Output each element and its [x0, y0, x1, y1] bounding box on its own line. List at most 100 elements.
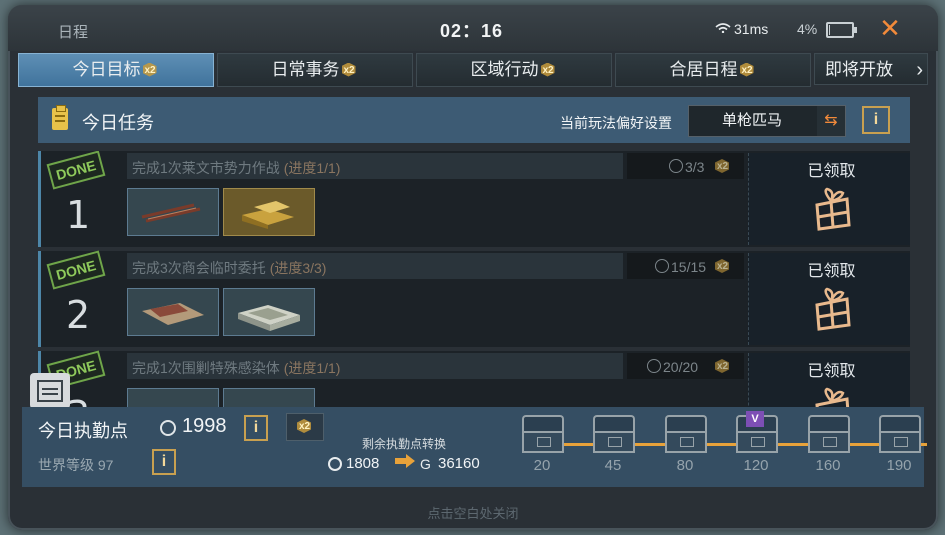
- claimed-label: 已领取: [807, 163, 856, 180]
- gift-claimed-icon: [815, 287, 851, 331]
- close-button[interactable]: ✕: [873, 13, 907, 43]
- schedule-window: 日程 02：16 31ms 4% ✕ 今日目标 x2 日常事务 x2 区域行动 x2 …: [8, 5, 938, 530]
- claimed-label: 已领取: [807, 263, 856, 280]
- reward-chest[interactable]: V 120: [736, 411, 778, 474]
- reward-status-cell: 已领取: [748, 253, 910, 345]
- double-reward-icon: x2: [297, 419, 311, 433]
- double-reward-icon: x2: [540, 62, 555, 77]
- world-level-info-button[interactable]: i: [152, 449, 176, 475]
- currency-icon: G: [420, 456, 431, 472]
- task-index: 2: [66, 293, 91, 337]
- tab-label: 即将开放: [825, 60, 893, 79]
- reward-item[interactable]: [223, 388, 315, 407]
- duty-point-icon: [669, 159, 683, 173]
- tab-cohabit-schedule[interactable]: 合居日程 x2: [615, 53, 811, 87]
- task-row: DONE 3 完成1次围剿特殊感染体 (进度1/1) 20/20 x2 已领取: [38, 350, 910, 407]
- preference-label: 当前玩法偏好设置: [560, 115, 672, 131]
- double-reward-icon: x2: [715, 159, 729, 173]
- task-points: 3/3 x2: [627, 153, 744, 179]
- chest-threshold: 20: [533, 457, 551, 474]
- reward-chest[interactable]: 80: [665, 415, 707, 474]
- reward-status-cell: 已领取: [748, 153, 910, 245]
- panel-title: 今日任务: [82, 113, 154, 133]
- double-reward-icon: x2: [142, 62, 157, 77]
- tab-label: 日常事务: [271, 60, 340, 79]
- reward-chest[interactable]: 160: [808, 415, 850, 474]
- reward-item-documents[interactable]: [127, 288, 219, 336]
- convert-from-value: 1808: [346, 455, 380, 472]
- world-level: 世界等级 97: [38, 457, 114, 473]
- reward-chest[interactable]: 190: [879, 415, 921, 474]
- gift-claimed-icon: [815, 387, 850, 407]
- tab-label: 今日目标: [72, 60, 141, 79]
- preference-value: 单枪匹马: [721, 112, 782, 129]
- battery-level: [829, 25, 830, 35]
- clock: 02：16: [440, 21, 504, 41]
- tab-label: 区域行动: [470, 60, 539, 79]
- duty-info-button[interactable]: i: [244, 415, 268, 441]
- task-row: DONE 2 完成3次商会临时委托 (进度3/3) 15/15 x2 已领取: [38, 250, 910, 347]
- double-reward-icon: x2: [715, 359, 729, 373]
- gift-claimed-icon: [815, 187, 851, 231]
- reward-chest[interactable]: 45: [593, 415, 635, 474]
- task-list[interactable]: DONE 1 完成1次莱文市势力作战 (进度1/1) 3/3 x2 已领取 DO…: [38, 151, 910, 407]
- task-description-bar: 完成1次莱文市势力作战 (进度1/1): [127, 153, 623, 179]
- duty-point-icon: [647, 359, 661, 373]
- double-reward-icon: x2: [739, 62, 754, 77]
- top-status-bar: 日程 02：16 31ms 4% ✕: [8, 5, 938, 51]
- chest-threshold: 80: [676, 457, 694, 474]
- points-value: 15/15: [671, 259, 707, 275]
- calendar-icon[interactable]: [30, 373, 70, 409]
- task-row: DONE 1 完成1次莱文市势力作战 (进度1/1) 3/3 x2 已领取: [38, 151, 910, 247]
- reward-item-cash-stack[interactable]: [223, 288, 315, 336]
- reward-item-gold-bars[interactable]: [223, 188, 315, 236]
- preference-info-button[interactable]: i: [862, 106, 890, 134]
- preference-select[interactable]: 单枪匹马 ⇆: [688, 105, 846, 137]
- reward-item-rifle-parts[interactable]: [127, 188, 219, 236]
- convert-to-value: 36160: [438, 455, 480, 472]
- chest-threshold: 190: [886, 457, 912, 474]
- tab-daily-affairs[interactable]: 日常事务 x2: [217, 53, 413, 87]
- double-reward-badge: x2: [286, 413, 324, 441]
- tab-label: 合居日程: [669, 60, 738, 79]
- today-tasks-header: 今日任务 当前玩法偏好设置 单枪匹马 ⇆ i: [38, 97, 910, 143]
- duty-points-value: 1998: [182, 415, 227, 437]
- battery-icon: [826, 22, 857, 38]
- task-description-bar: 完成3次商会临时委托 (进度3/3): [127, 253, 623, 279]
- task-text: 完成1次围剿特殊感染体 (进度1/1): [132, 360, 341, 376]
- duty-point-icon: [160, 420, 176, 436]
- battery-percent: 4%: [797, 21, 818, 37]
- ping-value: 31ms: [734, 21, 769, 37]
- tab-today-goals[interactable]: 今日目标 x2: [18, 53, 214, 87]
- duty-points-label: 今日执勤点: [38, 421, 128, 441]
- task-text: 完成1次莱文市势力作战 (进度1/1): [132, 160, 341, 176]
- duty-point-icon: [655, 259, 669, 273]
- duty-status-bar: 今日执勤点 1998 i x2 世界等级 97 i 剩余执勤点转换 1808 G…: [22, 407, 927, 487]
- points-value: 20/20: [663, 359, 699, 375]
- double-reward-icon: x2: [715, 259, 729, 273]
- window-title: 日程: [58, 24, 89, 41]
- duty-point-icon: [328, 457, 342, 471]
- close-hint[interactable]: 点击空白处关闭: [8, 503, 938, 522]
- chest-threshold: 120: [743, 457, 769, 474]
- done-stamp: DONE: [46, 151, 106, 190]
- done-stamp: DONE: [46, 250, 106, 290]
- chest-threshold: 160: [815, 457, 841, 474]
- reward-status-cell: 已领取: [748, 353, 910, 407]
- task-points: 15/15 x2: [627, 253, 744, 279]
- swap-icon[interactable]: ⇆: [817, 106, 845, 136]
- tab-bar: 今日目标 x2 日常事务 x2 区域行动 x2 合居日程 x2 即将开放 ›: [18, 53, 930, 87]
- double-reward-icon: x2: [341, 62, 356, 77]
- task-index: 1: [66, 193, 91, 237]
- points-value: 3/3: [685, 159, 705, 175]
- tab-regional-actions[interactable]: 区域行动 x2: [416, 53, 612, 87]
- chevron-right-icon[interactable]: ›: [916, 54, 923, 86]
- claimed-label: 已领取: [807, 363, 856, 380]
- tab-coming-soon[interactable]: 即将开放 ›: [814, 53, 928, 85]
- task-points: 20/20 x2: [627, 353, 744, 379]
- reward-chest[interactable]: 20: [522, 415, 564, 474]
- reward-item[interactable]: [127, 388, 219, 407]
- arrow-right-icon: [395, 454, 415, 468]
- clipboard-icon: [52, 105, 68, 130]
- convert-label: 剩余执勤点转换: [362, 437, 447, 451]
